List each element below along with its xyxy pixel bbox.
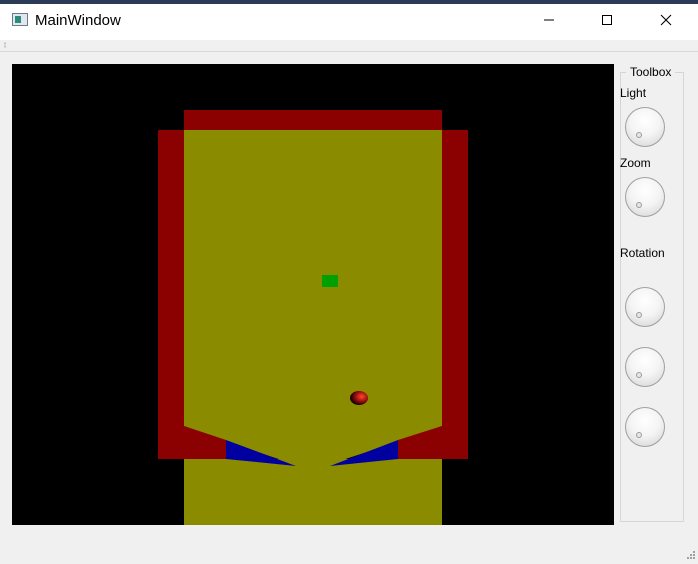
zoom-label: Zoom xyxy=(620,156,651,170)
left-wall xyxy=(158,130,184,459)
close-icon xyxy=(660,14,672,26)
title-bar[interactable]: MainWindow xyxy=(0,4,698,40)
window-title: MainWindow xyxy=(35,12,121,29)
dial-notch-icon xyxy=(636,202,642,208)
dial-notch-icon xyxy=(636,132,642,138)
toolbox-title: Toolbox xyxy=(626,65,676,79)
opengl-viewport[interactable] xyxy=(12,64,614,525)
minimize-icon xyxy=(544,19,554,21)
rotation-y-dial[interactable] xyxy=(625,347,665,387)
rotation-label: Rotation xyxy=(620,246,665,260)
maximize-button[interactable] xyxy=(578,4,636,36)
playfield-floor xyxy=(184,130,442,464)
playfield-lower-floor xyxy=(184,459,442,525)
rotation-z-dial[interactable] xyxy=(625,407,665,447)
toolbar-grip-handle[interactable] xyxy=(4,42,6,48)
dial-notch-icon xyxy=(636,372,642,378)
light-label: Light xyxy=(620,86,647,100)
dial-notch-icon xyxy=(636,432,642,438)
app-icon xyxy=(12,13,28,26)
minimize-button[interactable] xyxy=(520,4,578,36)
dial-notch-icon xyxy=(636,312,642,318)
zoom-dial[interactable] xyxy=(625,177,665,217)
right-wall xyxy=(442,130,468,459)
maximize-icon xyxy=(602,15,612,25)
rotation-x-dial[interactable] xyxy=(625,287,665,327)
light-dial[interactable] xyxy=(625,107,665,147)
pinball-ball xyxy=(350,391,368,405)
size-grip-icon[interactable] xyxy=(684,550,696,562)
top-wall xyxy=(184,110,442,130)
toolbar xyxy=(0,40,698,52)
pinball-scene xyxy=(158,110,468,525)
target-block xyxy=(322,275,338,287)
close-button[interactable] xyxy=(637,4,695,36)
